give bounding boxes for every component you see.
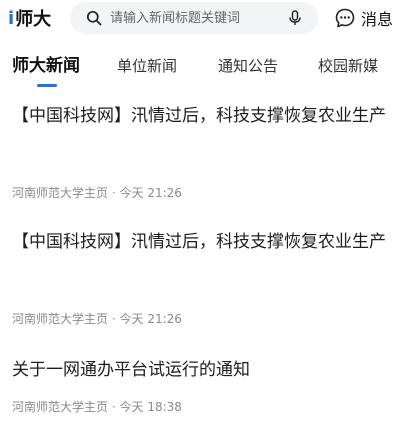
list-item[interactable]: 【中国科技网】汛情过后，科技支撑恢复农业生产 河南师范大学主页 · 今天 21:… [12,102,400,200]
news-source: 河南师范大学主页 [12,312,109,326]
microphone-icon[interactable] [286,9,304,27]
meta-separator: · [111,400,116,414]
logo-text: 师大 [15,9,52,30]
news-tabs: 师大新闻 单位新闻 通知公告 校园新媒 [0,50,412,92]
app-screen: i 师大 消息 师大新闻 [0,0,412,427]
list-item[interactable]: 关于一网通办平台试运行的通知 河南师范大学主页 · 今天 18:38 [12,356,400,414]
meta-separator: · [111,186,116,200]
chat-bubble-icon [335,8,355,28]
messages-button[interactable]: 消息 [334,4,393,32]
news-source: 河南师范大学主页 [12,400,109,414]
news-meta: 河南师范大学主页 · 今天 21:26 [12,184,182,201]
tab-unit-news[interactable]: 单位新闻 [117,50,177,82]
list-item[interactable]: 【中国科技网】汛情过后，科技支撑恢复农业生产 河南师范大学主页 · 今天 21:… [12,228,400,326]
news-title: 【中国科技网】汛情过后，科技支撑恢复农业生产 [12,106,386,126]
news-time: 今天 21:26 [119,186,182,200]
news-time: 今天 18:38 [119,400,182,414]
app-logo[interactable]: i 师大 [8,6,52,31]
meta-separator: · [111,312,116,326]
logo-mark: i [8,7,15,29]
search-input[interactable] [110,8,280,28]
news-meta: 河南师范大学主页 · 今天 21:26 [12,310,182,327]
messages-label: 消息 [361,10,394,29]
search-icon [86,10,102,26]
tab-notices[interactable]: 通知公告 [218,50,278,82]
news-source: 河南师范大学主页 [12,186,109,200]
search-bar[interactable] [70,2,318,34]
news-time: 今天 21:26 [119,312,182,326]
top-bar: i 师大 消息 [0,0,412,38]
news-title: 【中国科技网】汛情过后，科技支撑恢复农业生产 [12,232,386,252]
tab-campus-media[interactable]: 校园新媒 [318,50,378,82]
active-tab-indicator [37,84,57,87]
news-meta: 河南师范大学主页 · 今天 18:38 [12,398,182,415]
tab-school-news[interactable]: 师大新闻 [12,50,80,82]
news-title: 关于一网通办平台试运行的通知 [12,360,250,380]
